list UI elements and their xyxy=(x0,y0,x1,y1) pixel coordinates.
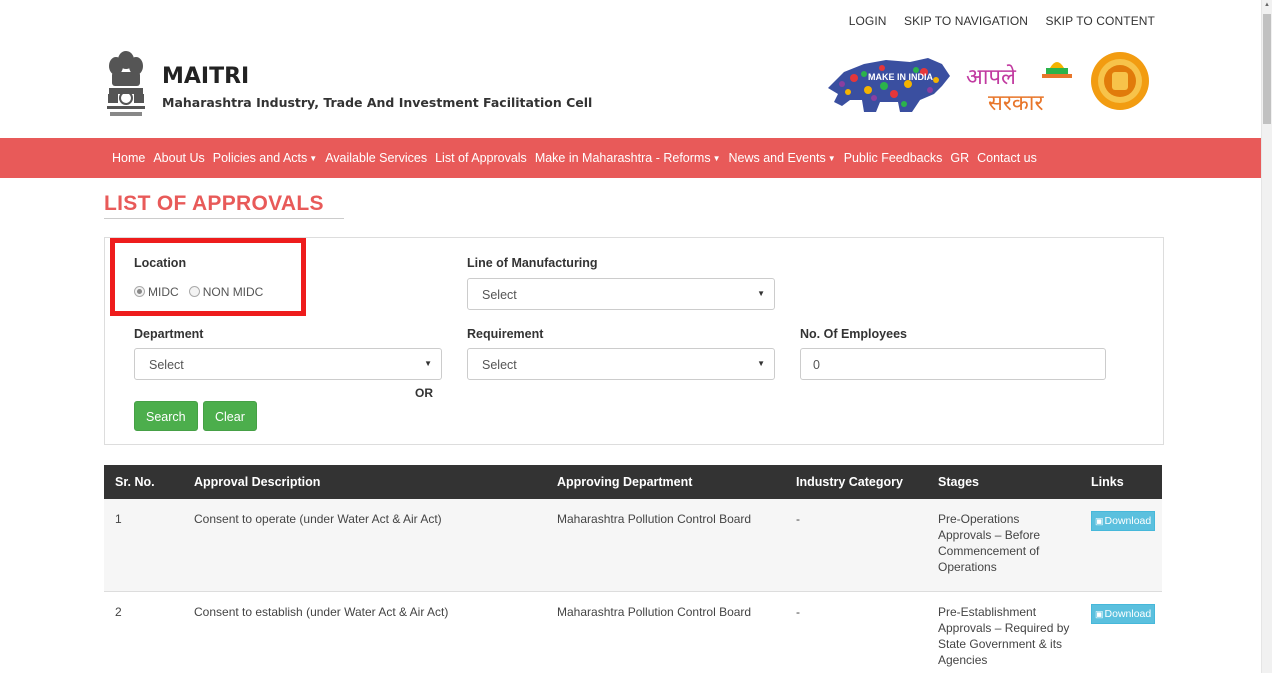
nav-about-us[interactable]: About Us xyxy=(149,151,208,165)
nav-list-of-approvals-label: List of Approvals xyxy=(435,151,527,165)
nav-available-services-label: Available Services xyxy=(325,151,427,165)
approvals-table: Sr. No. Approval Description Approving D… xyxy=(104,465,1162,684)
nav-news-and-events[interactable]: News and Events▼ xyxy=(725,151,840,165)
line-of-manufacturing-value: Select xyxy=(482,288,517,302)
employees-value: 0 xyxy=(813,358,820,372)
skip-to-navigation-link[interactable]: SKIP TO NAVIGATION xyxy=(904,14,1028,28)
col-stages: Stages xyxy=(927,465,1080,499)
department-label: Department xyxy=(134,327,203,341)
cell-sr: 1 xyxy=(104,499,183,592)
employees-input[interactable]: 0 xyxy=(800,348,1106,380)
nav-public-feedbacks[interactable]: Public Feedbacks xyxy=(840,151,947,165)
cell-description: Consent to establish (under Water Act & … xyxy=(183,592,546,684)
cell-description: Consent to operate (under Water Act & Ai… xyxy=(183,499,546,592)
line-of-manufacturing-label: Line of Manufacturing xyxy=(467,256,598,270)
nav-list-of-approvals[interactable]: List of Approvals xyxy=(431,151,531,165)
aaple-sarkar-logo: आपले सरकार xyxy=(966,56,1086,118)
skip-to-content-link[interactable]: SKIP TO CONTENT xyxy=(1045,14,1155,28)
cell-links: ▣Download xyxy=(1080,592,1162,684)
page-title-underline xyxy=(104,218,344,219)
requirement-select[interactable]: Select ▼ xyxy=(467,348,775,380)
col-approval-description: Approval Description xyxy=(183,465,546,499)
scroll-up-icon[interactable]: ▲ xyxy=(1264,2,1270,8)
cell-links: ▣Download xyxy=(1080,499,1162,592)
chevron-down-icon: ▼ xyxy=(828,154,836,163)
cell-sr: 2 xyxy=(104,592,183,684)
nav-news-label: News and Events xyxy=(729,151,826,165)
nav-available-services[interactable]: Available Services xyxy=(321,151,431,165)
nav-public-feedbacks-label: Public Feedbacks xyxy=(844,151,943,165)
page-scrollbar[interactable]: ▲ xyxy=(1261,0,1272,673)
col-links: Links xyxy=(1080,465,1162,499)
nav-gr-label: GR xyxy=(950,151,969,165)
cell-category: - xyxy=(785,499,927,592)
col-sr-no: Sr. No. xyxy=(104,465,183,499)
cell-stages: Pre-Establishment Approvals – Required b… xyxy=(927,592,1080,684)
download-label: Download xyxy=(1105,608,1152,620)
pdf-icon: ▣ xyxy=(1095,609,1104,619)
clear-button[interactable]: Clear xyxy=(203,401,257,431)
col-approving-department: Approving Department xyxy=(546,465,785,499)
page-title: LIST OF APPROVALS xyxy=(104,192,324,216)
line-of-manufacturing-select[interactable]: Select ▼ xyxy=(467,278,775,310)
site-title: MAITRI xyxy=(162,64,249,89)
maharashtra-seal-icon xyxy=(1090,50,1150,112)
nav-make-in-maharashtra-label: Make in Maharashtra - Reforms xyxy=(535,151,711,165)
dropdown-arrow-icon: ▼ xyxy=(757,359,765,368)
nav-gr[interactable]: GR xyxy=(946,151,973,165)
aaple-text: आपले xyxy=(966,64,1017,90)
chevron-down-icon: ▼ xyxy=(309,154,317,163)
cell-stages: Pre-Operations Approvals – Before Commen… xyxy=(927,499,1080,592)
table-header-row: Sr. No. Approval Description Approving D… xyxy=(104,465,1162,499)
download-label: Download xyxy=(1105,515,1152,527)
top-links: LOGIN SKIP TO NAVIGATION SKIP TO CONTENT xyxy=(835,14,1155,28)
location-highlight-box xyxy=(110,238,306,316)
requirement-value: Select xyxy=(482,358,517,372)
dropdown-arrow-icon: ▼ xyxy=(424,359,432,368)
main-navbar: Home About Us Policies and Acts▼ Availab… xyxy=(0,138,1262,178)
search-button[interactable]: Search xyxy=(134,401,198,431)
nav-contact-us-label: Contact us xyxy=(977,151,1037,165)
chevron-down-icon: ▼ xyxy=(713,154,721,163)
cell-category: - xyxy=(785,592,927,684)
nav-home[interactable]: Home xyxy=(108,151,149,165)
table-row: 2 Consent to establish (under Water Act … xyxy=(104,592,1162,684)
sarkar-text: सरकार xyxy=(988,91,1044,116)
cell-department: Maharashtra Pollution Control Board xyxy=(546,499,785,592)
col-industry-category: Industry Category xyxy=(785,465,927,499)
scrollbar-thumb[interactable] xyxy=(1263,14,1271,124)
employees-label: No. Of Employees xyxy=(800,327,907,341)
login-link[interactable]: LOGIN xyxy=(849,14,887,28)
table-row: 1 Consent to operate (under Water Act & … xyxy=(104,499,1162,592)
state-emblem-icon xyxy=(104,50,148,124)
nav-policies-and-acts[interactable]: Policies and Acts▼ xyxy=(209,151,321,165)
site-subtitle: Maharashtra Industry, Trade And Investme… xyxy=(162,95,592,110)
download-button[interactable]: ▣Download xyxy=(1091,511,1155,531)
requirement-label: Requirement xyxy=(467,327,543,341)
make-in-india-logo: MAKE IN INDIA xyxy=(824,50,956,116)
pdf-icon: ▣ xyxy=(1095,516,1104,526)
department-select[interactable]: Select ▼ xyxy=(134,348,442,380)
nav-home-label: Home xyxy=(112,151,145,165)
nav-policies-label: Policies and Acts xyxy=(213,151,308,165)
download-button[interactable]: ▣Download xyxy=(1091,604,1155,624)
nav-contact-us[interactable]: Contact us xyxy=(973,151,1041,165)
nav-about-us-label: About Us xyxy=(153,151,204,165)
make-in-india-text: MAKE IN INDIA xyxy=(868,72,934,82)
dropdown-arrow-icon: ▼ xyxy=(757,289,765,298)
or-separator: OR xyxy=(415,386,433,400)
nav-make-in-maharashtra[interactable]: Make in Maharashtra - Reforms▼ xyxy=(531,151,725,165)
department-value: Select xyxy=(149,358,184,372)
cell-department: Maharashtra Pollution Control Board xyxy=(546,592,785,684)
